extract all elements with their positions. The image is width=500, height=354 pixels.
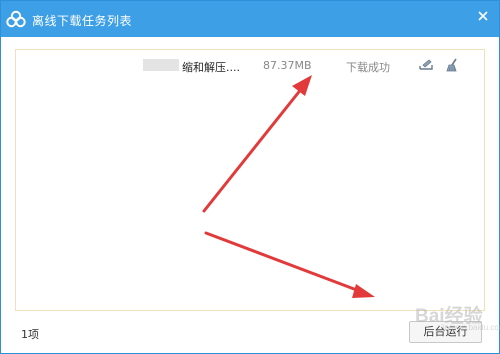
task-status: 下载成功 — [346, 61, 390, 74]
blurred-filename-image — [143, 59, 179, 71]
task-name: 缩和解压.... — [182, 61, 240, 74]
task-row[interactable]: 缩和解压.... 87.37MB 下载成功 — [16, 50, 484, 80]
close-icon[interactable] — [471, 5, 495, 27]
task-size: 87.37MB — [263, 59, 312, 72]
item-count: 1项 — [21, 328, 39, 341]
offline-download-window: 离线下载任务列表 缩和解压.... 87.37MB 下载成功 1项 后台运行 B… — [0, 0, 500, 354]
folder-open-icon[interactable] — [418, 57, 434, 73]
cloud-logo-icon — [6, 10, 26, 28]
watermark-url: jingyan.baidu.com — [441, 323, 500, 332]
window-title: 离线下载任务列表 — [32, 14, 133, 28]
task-list: 缩和解压.... 87.37MB 下载成功 — [15, 49, 485, 311]
title-bar[interactable]: 离线下载任务列表 — [1, 1, 499, 37]
broom-icon[interactable] — [444, 57, 460, 73]
baidu-jingyan-watermark: Bai经验 jingyan.baidu.com — [385, 299, 500, 333]
